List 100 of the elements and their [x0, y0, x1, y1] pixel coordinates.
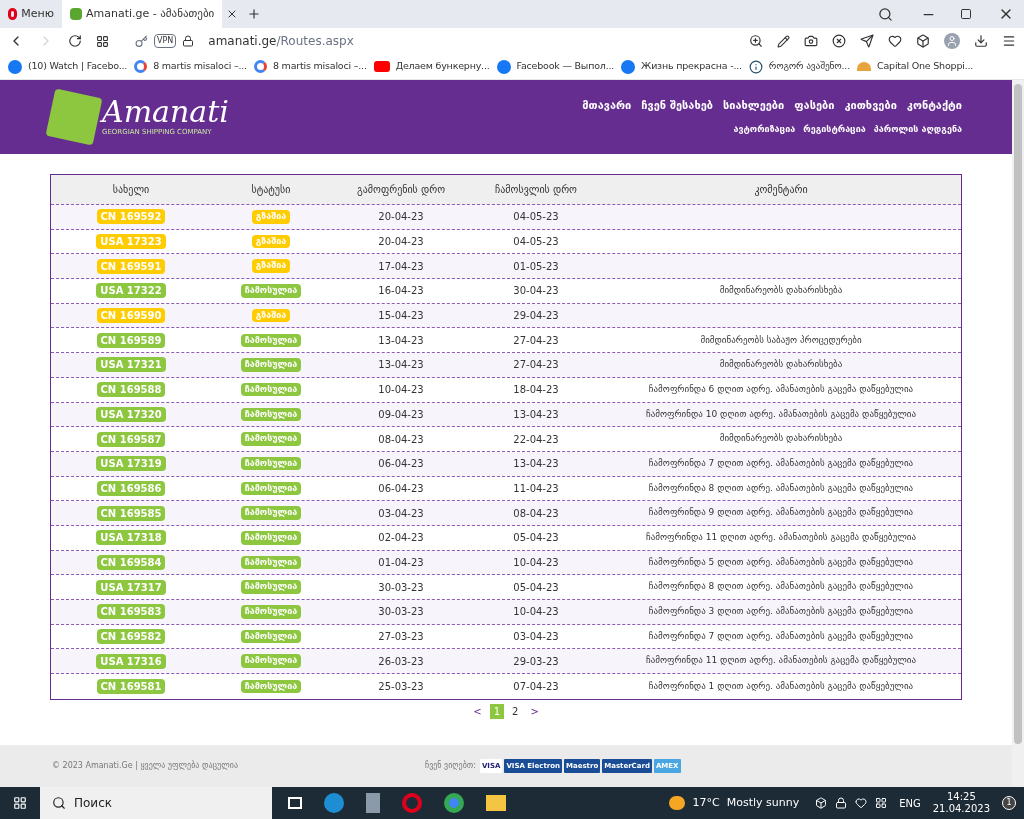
chrome-icon[interactable] — [444, 793, 464, 813]
avatar-icon[interactable] — [944, 33, 960, 49]
table-cell-text: 30-03-23 — [378, 605, 424, 620]
shipment-badge: CN 169592 — [96, 209, 166, 225]
clock-time[interactable]: 14:25 — [946, 790, 976, 803]
table-cell-text: 13-04-23 — [378, 358, 424, 373]
vpn-badge[interactable]: VPN — [154, 34, 177, 48]
table-cell-text: 27-04-23 — [513, 333, 559, 348]
facebook-icon — [496, 59, 511, 74]
bookmark-link[interactable]: 8 martis misaloci –... — [153, 59, 247, 74]
page-link[interactable]: 2 — [508, 703, 523, 719]
nav-link[interactable]: კონტაქტი — [906, 98, 962, 115]
table-cell-text: 13-04-23 — [513, 457, 559, 472]
nav-link[interactable]: კითხვები — [844, 98, 897, 115]
address-field[interactable]: amanati.ge/Routes.aspx — [208, 32, 735, 50]
bookmark-link[interactable]: Жизнь прекрасна -... — [641, 59, 742, 74]
status-badge: ჩამოსულია — [240, 580, 302, 594]
blocker-icon[interactable] — [832, 34, 846, 48]
nav-link[interactable]: ფასები — [794, 98, 835, 115]
nav-link[interactable]: სიახლეები — [723, 98, 785, 115]
table-cell-text: ჩამოფრინდა 1 დღით ადრე. ამანათების გაცემა დაწყებულია — [648, 679, 914, 693]
search-icon — [52, 796, 66, 810]
status-badge: ჩამოსულია — [240, 481, 302, 496]
heart-icon[interactable] — [888, 34, 902, 48]
pencil-icon[interactable] — [777, 34, 790, 48]
table-cell: მიმდინარეობს დახარისხება — [719, 432, 843, 446]
shipment-badge: CN 169587 — [96, 431, 166, 447]
browser-tab[interactable]: Amanati.ge - ამანათები — [62, 0, 222, 28]
task-view-icon[interactable] — [288, 797, 302, 809]
tray-icons[interactable] — [815, 797, 888, 809]
bookmark-link[interactable]: 8 martis misaloci –... — [272, 59, 367, 74]
account-link[interactable]: ავტორიზაცია — [733, 122, 796, 136]
settings-icon[interactable] — [1002, 34, 1016, 48]
table-cell: ჩამოფრინდა 3 დღით ადრე. ამანათების გაცემა დაწყებულია — [648, 605, 914, 619]
column-header: სახელი — [111, 183, 151, 197]
status-badge: ჩამოსულია — [240, 629, 302, 644]
key-icon[interactable] — [135, 34, 148, 48]
zoom-icon[interactable] — [749, 34, 763, 48]
edge-icon[interactable] — [324, 793, 344, 813]
clock-date[interactable]: 21.04.2023 — [932, 803, 990, 816]
opera-icon[interactable] — [402, 793, 422, 813]
table-cell-text: 06-04-23 — [378, 481, 424, 496]
shipment-badge: CN 169581 — [96, 678, 166, 694]
account-link[interactable]: რეგისტრაცია — [803, 122, 866, 136]
table-cell: ჩამოფრინდა 11 დღით ადრე. ამანათების გაცემა დაწყებულია — [645, 531, 917, 545]
send-icon[interactable] — [860, 34, 874, 48]
bookmark-link[interactable]: Делаем бункерну... — [395, 59, 490, 74]
shipment-badge: CN 169583 — [96, 604, 166, 620]
taskbar-search-field[interactable]: Поиск — [40, 787, 272, 819]
account-link[interactable]: პაროლის აღდგენა — [873, 122, 962, 136]
reload-icon[interactable] — [68, 34, 82, 48]
table-cell-text: 04-05-23 — [513, 235, 559, 250]
bookmark-link[interactable]: Capital One Shoppi... — [877, 59, 974, 74]
notifications-badge[interactable]: 1 — [1002, 796, 1016, 810]
download-icon[interactable] — [974, 34, 988, 48]
shipment-badge: CN 169588 — [96, 382, 166, 398]
table-cell-text: 11-04-23 — [513, 481, 559, 496]
table-cell-text: 05-04-23 — [513, 531, 559, 546]
weather-icon[interactable] — [668, 796, 685, 810]
bookmark-link[interactable]: Facebook — Выпол... — [516, 59, 615, 74]
nav-link[interactable]: მთავარი — [582, 98, 632, 115]
status-badge: ჩამოსულია — [240, 432, 302, 446]
camera-icon[interactable] — [804, 34, 818, 48]
restore-icon[interactable] — [960, 8, 972, 20]
status-badge: ჩამოსულია — [240, 555, 302, 570]
table-cell-text: 29-03-23 — [513, 654, 559, 669]
status-badge: ჩამოსულია — [240, 506, 302, 520]
cube-icon[interactable] — [916, 34, 930, 48]
status-badge: ჩამოსულია — [240, 358, 302, 372]
table-cell-text: 02-04-23 — [378, 531, 424, 546]
status-badge: ჩამოსულია — [240, 654, 302, 668]
table-cell-text: 30-03-23 — [378, 580, 424, 595]
scrollbar[interactable] — [1012, 80, 1024, 787]
payments-label: ჩვენ ვიღებთ: — [425, 760, 476, 772]
table-cell-text: 10-04-23 — [513, 555, 559, 570]
grid-icon[interactable] — [96, 34, 109, 48]
table-cell-text: 06-04-23 — [378, 457, 424, 472]
table-cell: ჩამოფრინდა 9 დღით ადრე. ამანათების გაცემა დაწყებულია — [648, 506, 914, 520]
column-header: კომენტარი — [753, 183, 809, 197]
browser-logo-icon[interactable] — [8, 8, 18, 20]
language-indicator[interactable]: ENG — [899, 795, 921, 811]
menu-label[interactable]: Меню — [21, 5, 54, 23]
table-cell-text: 08-04-23 — [378, 432, 424, 447]
weather-text[interactable]: 17°C Mostly sunny — [692, 794, 800, 812]
lock-icon — [182, 35, 195, 47]
table-cell-text: 13-04-23 — [378, 333, 424, 348]
search-icon[interactable] — [878, 6, 893, 22]
table-cell-text: 17-04-23 — [378, 259, 424, 274]
shipment-badge: CN 169584 — [96, 554, 166, 570]
status-badge: ჩამოსულია — [240, 407, 302, 422]
bookmark-link[interactable]: როგორ ავაშენო... — [768, 59, 850, 74]
table-cell-text: 25-03-23 — [378, 679, 424, 694]
shipment-badge: CN 169586 — [96, 480, 166, 496]
previous-page-link[interactable]: < — [469, 703, 486, 719]
status-badge: ჩამოსულია — [240, 333, 302, 348]
bookmark-link[interactable]: (10) Watch | Facebo... — [28, 59, 128, 74]
table-cell-text: 09-04-23 — [378, 407, 424, 422]
nav-link[interactable]: ჩვენ შესახებ — [641, 98, 713, 115]
next-page-link[interactable]: > — [526, 703, 543, 719]
table-cell-text: 10-04-23 — [378, 383, 424, 398]
